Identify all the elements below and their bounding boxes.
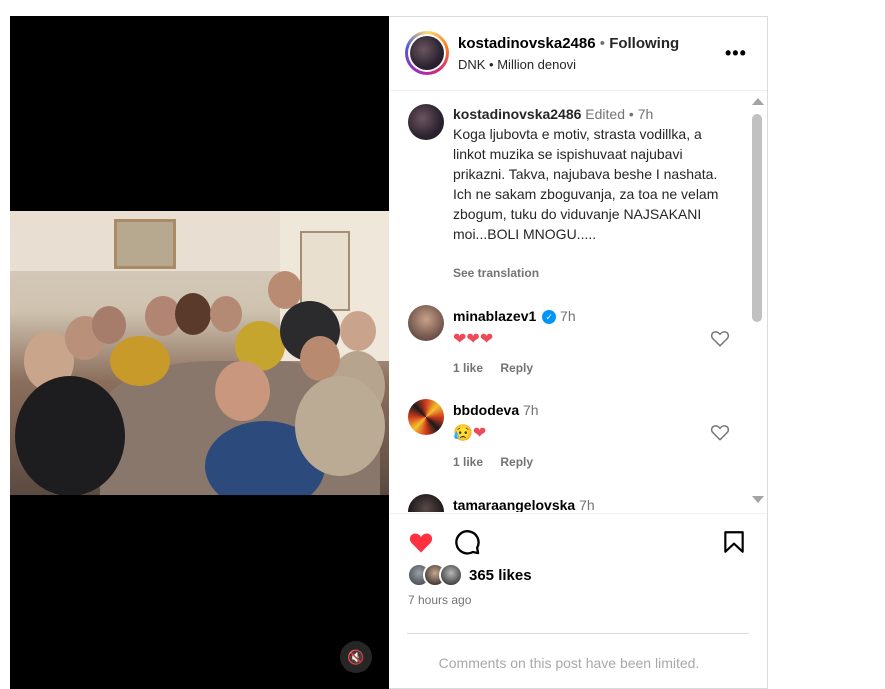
commenter-username[interactable]: minablazev1 xyxy=(453,308,536,324)
see-translation-link[interactable]: See translation xyxy=(453,266,539,280)
wall-picture xyxy=(114,219,176,269)
comments-limited-notice: Comments on this post have been limited. xyxy=(438,655,700,671)
comment-likes[interactable]: 1 like xyxy=(453,455,483,469)
comment-time: 7h xyxy=(560,308,576,324)
separator-dot: • xyxy=(599,35,606,52)
post-photo[interactable] xyxy=(10,211,389,495)
commenter-username[interactable]: tamaraangelovska xyxy=(453,497,575,512)
post-timestamp[interactable]: 7 hours ago xyxy=(408,593,471,607)
commenter-avatar[interactable] xyxy=(408,399,444,435)
scroll-down-arrow-icon[interactable] xyxy=(752,496,764,503)
author-username[interactable]: kostadinovska2486 xyxy=(458,35,596,52)
media-panel: 🔇 xyxy=(10,16,389,689)
likes-count[interactable]: 365 likes xyxy=(469,567,532,584)
comments-scrollbar[interactable] xyxy=(750,92,764,512)
comments-list[interactable]: kostadinovska2486 Edited • 7h Koga ljubo… xyxy=(389,92,767,512)
verified-badge-icon: ✓ xyxy=(542,310,557,324)
post-header: kostadinovska2486 • Following DNK • Mill… xyxy=(389,17,767,91)
more-options-icon[interactable]: ••• xyxy=(725,43,747,64)
door xyxy=(300,231,350,311)
caption-avatar[interactable] xyxy=(408,104,444,140)
comment-likes[interactable]: 1 like xyxy=(453,361,483,375)
caption-text: Koga ljubovta e motiv, strasta vodillka,… xyxy=(453,126,719,242)
liker-avatar xyxy=(439,563,463,587)
commenter-avatar[interactable] xyxy=(408,305,444,341)
muted-speaker-icon: 🔇 xyxy=(347,649,365,665)
scroll-up-arrow-icon[interactable] xyxy=(752,98,764,105)
author-avatar[interactable] xyxy=(405,31,449,75)
commenter-username[interactable]: bbdodeva xyxy=(453,402,519,418)
mute-button[interactable]: 🔇 xyxy=(340,641,372,673)
caption-username[interactable]: kostadinovska2486 xyxy=(453,106,581,122)
reply-button[interactable]: Reply xyxy=(500,455,533,469)
like-heart-icon[interactable] xyxy=(407,528,435,556)
following-button[interactable]: Following xyxy=(609,35,679,52)
save-bookmark-icon[interactable] xyxy=(721,528,747,556)
audio-subtitle[interactable]: DNK • Million denovi xyxy=(458,57,576,72)
instagram-post-page: 🔇 kostadinovska2486 • Following DNK • Mi… xyxy=(0,0,885,689)
edited-label: Edited xyxy=(585,106,625,122)
scroll-thumb[interactable] xyxy=(752,114,762,322)
comment-like-icon[interactable] xyxy=(709,327,731,349)
reply-button[interactable]: Reply xyxy=(500,361,533,375)
comment-time: 7h xyxy=(579,497,595,512)
commenter-avatar[interactable] xyxy=(408,494,444,512)
caption-time: 7h xyxy=(637,106,654,122)
divider xyxy=(407,633,749,634)
comment-text: 😥❤ xyxy=(453,425,487,442)
comment-text: ❤❤❤ xyxy=(453,331,494,348)
comment-time: 7h xyxy=(523,402,539,418)
post-sidebar: kostadinovska2486 • Following DNK • Mill… xyxy=(389,16,768,689)
comment-like-icon[interactable] xyxy=(709,421,731,443)
comment-bubble-icon[interactable] xyxy=(453,528,481,556)
post-caption: kostadinovska2486 Edited • 7h Koga ljubo… xyxy=(453,104,737,244)
